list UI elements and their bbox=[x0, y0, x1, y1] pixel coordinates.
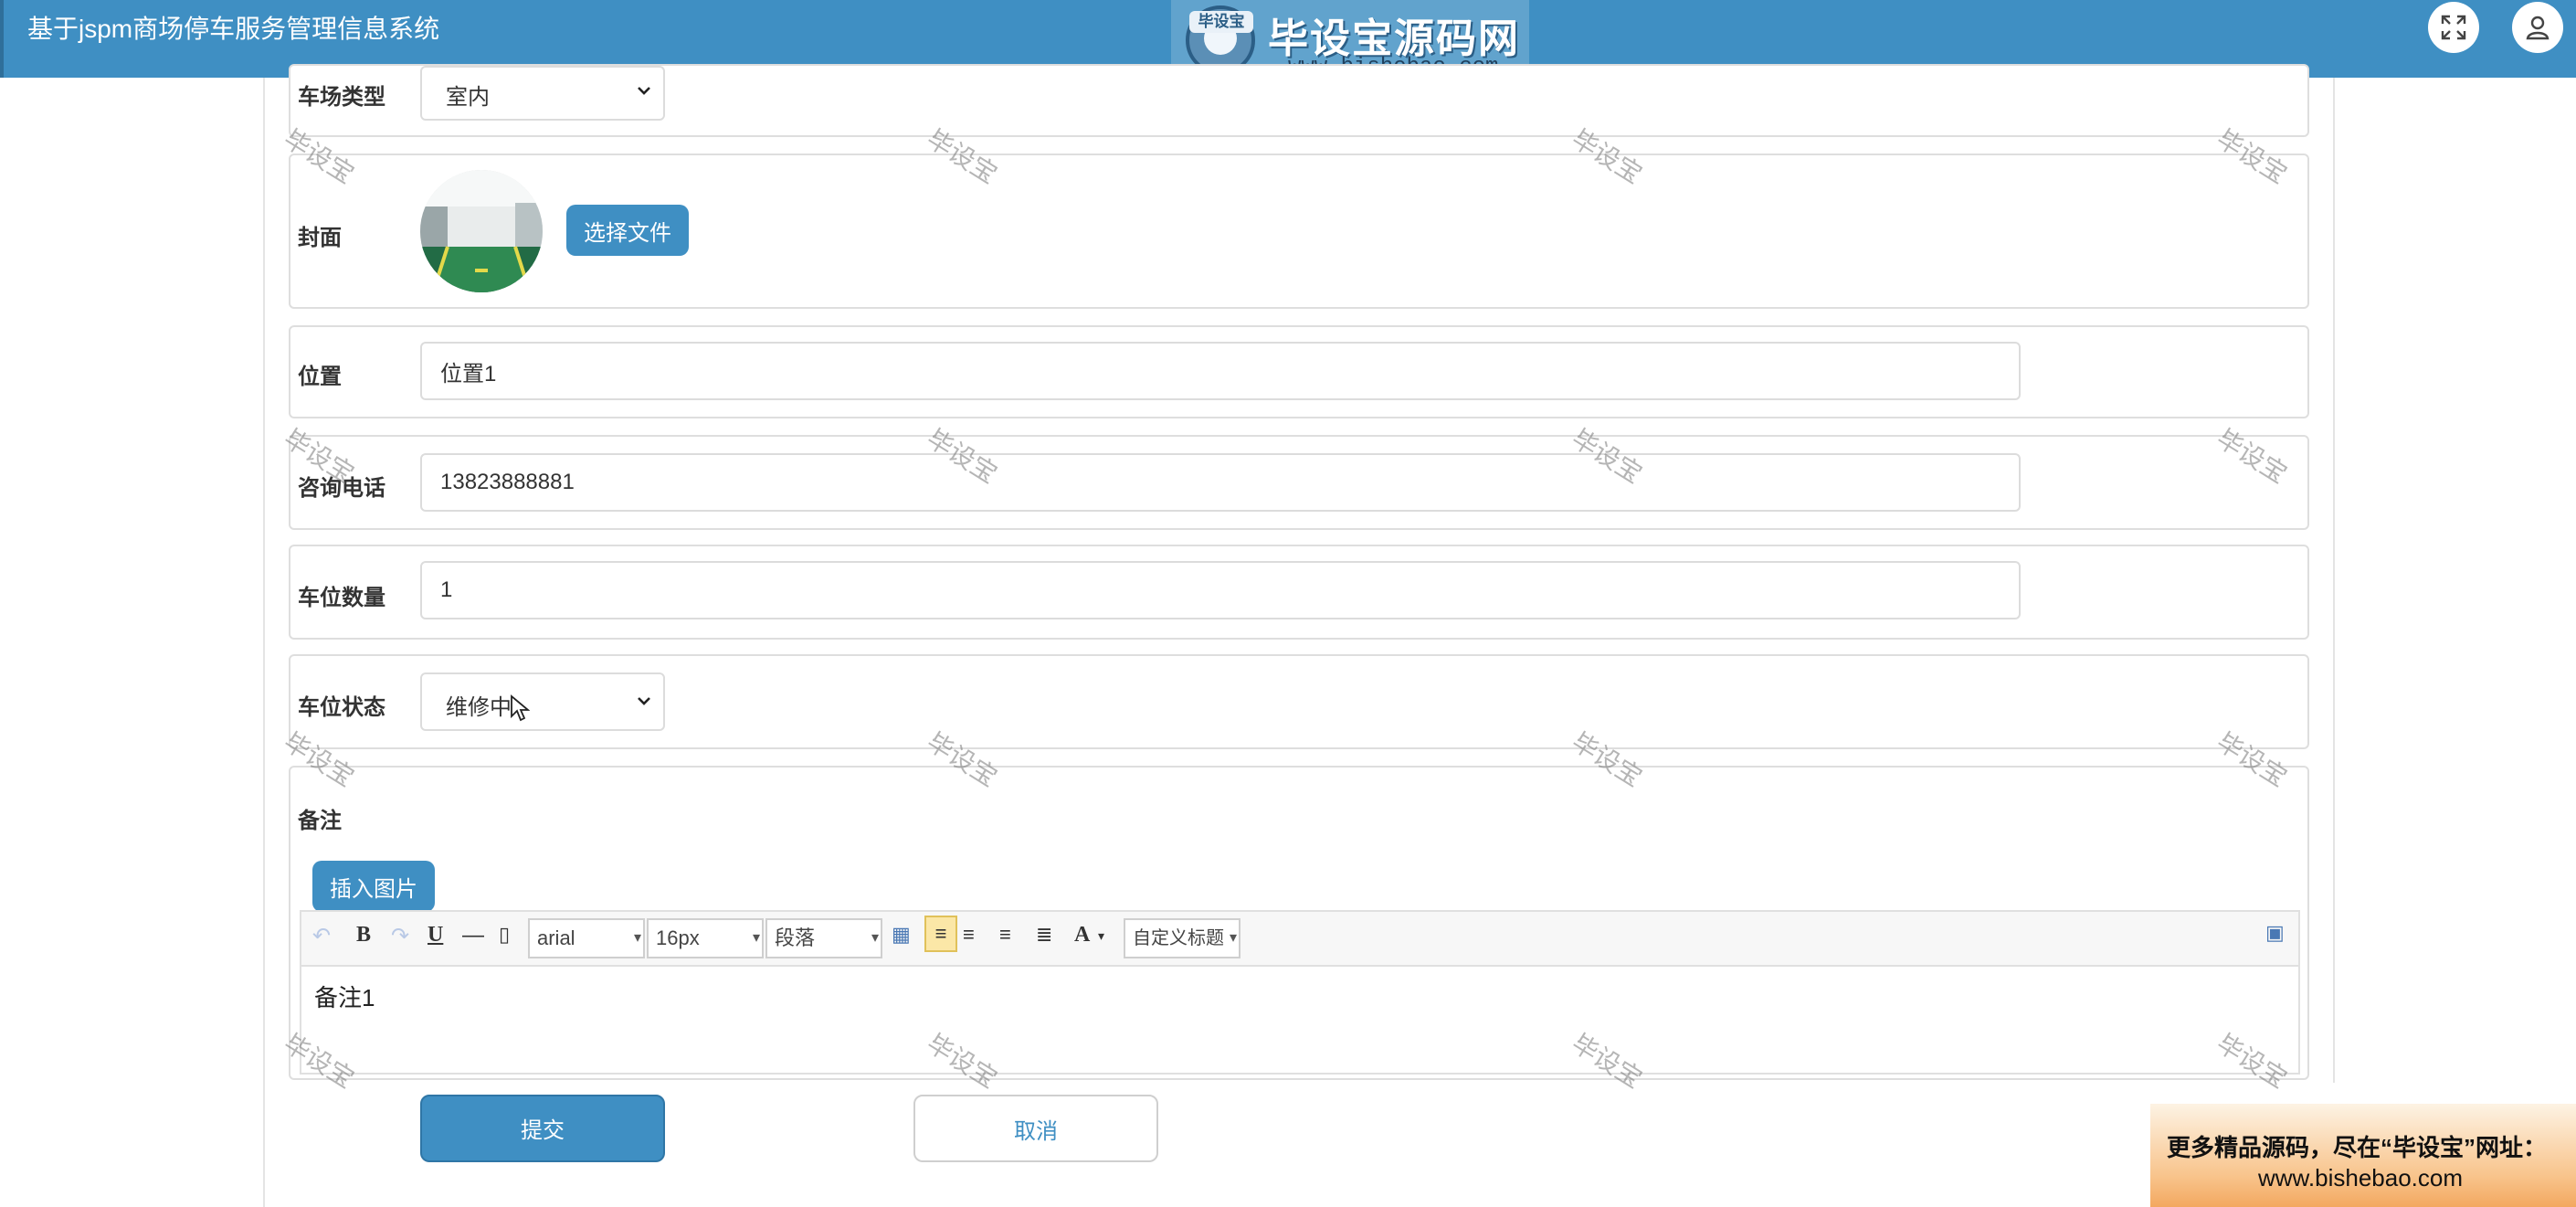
dropdown-arrow-icon[interactable]: ▾ bbox=[1098, 928, 1104, 944]
dropdown-arrow-icon: ▾ bbox=[633, 930, 641, 946]
align-center-icon[interactable]: ≡ bbox=[999, 923, 1011, 947]
font-size-select[interactable]: 16px ▾ bbox=[647, 918, 764, 958]
horizontal-rule-icon[interactable]: — bbox=[462, 923, 484, 948]
promo-line-2: www.bishebao.com bbox=[2258, 1164, 2463, 1191]
choose-file-button[interactable]: 选择文件 bbox=[566, 205, 689, 256]
promo-line-1: 更多精品源码，尽在“毕设宝”网址： bbox=[2167, 1134, 2548, 1161]
align-right-icon[interactable]: ≡ bbox=[963, 923, 975, 947]
row-space-count: 车位数量 bbox=[289, 545, 2309, 640]
location-input[interactable] bbox=[420, 342, 2021, 400]
phone-label: 咨询电话 bbox=[298, 476, 385, 501]
remark-content: 备注1 bbox=[314, 984, 375, 1011]
dropdown-arrow-icon: ▾ bbox=[871, 930, 879, 946]
user-button[interactable] bbox=[2512, 2, 2563, 53]
source-code-icon[interactable]: ▣ bbox=[2265, 921, 2285, 945]
mouse-cursor-icon bbox=[511, 694, 530, 722]
chevron-down-icon bbox=[638, 697, 650, 705]
row-lot-type: 车场类型 室内 bbox=[289, 64, 2309, 137]
underline-icon[interactable]: U bbox=[428, 923, 443, 948]
row-remark: 备注 插入图片 ↶ B ↷ U — ▯ arial ▾ 16px ▾ 段落 ▾ … bbox=[289, 766, 2309, 1080]
table-icon[interactable]: ▦ bbox=[892, 923, 911, 947]
editor-toolbar: ↶ B ↷ U — ▯ arial ▾ 16px ▾ 段落 ▾ ▦ ≡ ≡ ≡ … bbox=[300, 910, 2300, 967]
row-location: 位置 bbox=[289, 325, 2309, 418]
cancel-button[interactable]: 取消 bbox=[913, 1095, 1158, 1162]
space-status-label: 车位状态 bbox=[298, 695, 385, 720]
custom-title-select[interactable]: 自定义标题 ▾ bbox=[1124, 918, 1240, 958]
paragraph-select[interactable]: 段落 ▾ bbox=[765, 918, 882, 958]
custom-title-value: 自定义标题 bbox=[1133, 928, 1224, 948]
undo-icon[interactable]: ↶ bbox=[312, 923, 331, 949]
row-space-status: 车位状态 维修中 bbox=[289, 654, 2309, 749]
space-count-input[interactable] bbox=[420, 561, 2021, 619]
location-label: 位置 bbox=[298, 365, 342, 389]
align-left-icon[interactable]: ≡ bbox=[924, 916, 957, 952]
brand-badge: 毕设宝 bbox=[1189, 11, 1253, 33]
chevron-down-icon bbox=[638, 87, 650, 95]
page-break-icon[interactable]: ▯ bbox=[499, 923, 510, 947]
expand-button[interactable] bbox=[2428, 2, 2479, 53]
row-phone: 咨询电话 bbox=[289, 435, 2309, 530]
phone-input[interactable] bbox=[420, 453, 2021, 512]
lot-type-label: 车场类型 bbox=[298, 85, 385, 110]
remark-editor[interactable]: 备注1 bbox=[300, 967, 2300, 1075]
space-status-select[interactable]: 维修中 bbox=[420, 672, 665, 731]
row-cover: 封面 选择文件 bbox=[289, 154, 2309, 309]
dropdown-arrow-icon: ▾ bbox=[1229, 930, 1237, 946]
space-status-value: 维修中 bbox=[446, 695, 512, 720]
submit-button[interactable]: 提交 bbox=[420, 1095, 665, 1162]
cover-image bbox=[420, 170, 543, 292]
cover-label: 封面 bbox=[298, 226, 342, 250]
insert-image-button[interactable]: 插入图片 bbox=[312, 861, 435, 912]
app-title: 基于jspm商场停车服务管理信息系统 bbox=[27, 15, 440, 43]
space-count-label: 车位数量 bbox=[298, 586, 385, 610]
remark-label: 备注 bbox=[298, 809, 342, 833]
font-family-select[interactable]: arial ▾ bbox=[528, 918, 645, 958]
dropdown-arrow-icon: ▾ bbox=[752, 930, 760, 946]
lot-type-value: 室内 bbox=[446, 85, 490, 110]
bold-icon[interactable]: B bbox=[356, 923, 371, 948]
paragraph-value: 段落 bbox=[775, 926, 816, 949]
expand-icon bbox=[2441, 15, 2466, 40]
font-color-icon[interactable]: A bbox=[1074, 923, 1090, 948]
promo-banner: 更多精品源码，尽在“毕设宝”网址： www.bishebao.com bbox=[2150, 1104, 2576, 1207]
font-family-value: arial bbox=[537, 926, 575, 949]
sidebar-divider bbox=[263, 78, 265, 1207]
align-justify-icon[interactable]: ≣ bbox=[1036, 923, 1052, 947]
user-icon bbox=[2526, 16, 2550, 40]
redo-icon[interactable]: ↷ bbox=[391, 923, 409, 949]
font-size-value: 16px bbox=[656, 926, 700, 949]
content-right-divider bbox=[2333, 78, 2335, 1083]
lot-type-select[interactable]: 室内 bbox=[420, 66, 665, 121]
